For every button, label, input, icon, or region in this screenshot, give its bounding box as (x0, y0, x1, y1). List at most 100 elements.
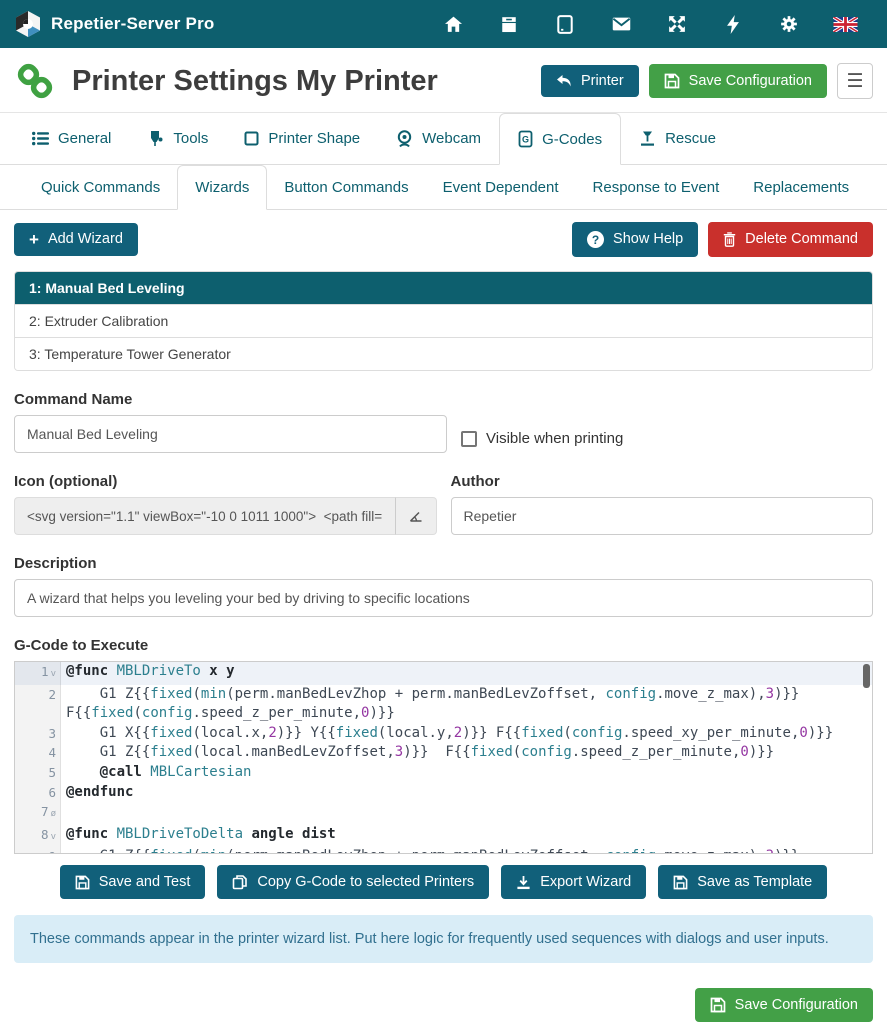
editor-scrollbar-thumb[interactable] (863, 664, 870, 688)
back-arrow-icon (556, 74, 572, 88)
description-input[interactable] (14, 579, 873, 617)
subtab-replacements[interactable]: Replacements (736, 165, 866, 209)
gcode-file-icon: G (518, 130, 533, 148)
tab-label: Webcam (422, 130, 481, 147)
save-configuration-button-top[interactable]: Save Configuration (649, 64, 827, 98)
tab-general[interactable]: General (14, 113, 129, 164)
tab-label: General (58, 130, 111, 147)
tab-label: G-Codes (542, 131, 602, 148)
save-configuration-label: Save Configuration (689, 74, 812, 89)
main-content: + Add Wizard ? Show Help Delete Command … (0, 210, 887, 1022)
code-line: 3 G1 X{{fixed(local.x,2)}} Y{{fixed(loca… (15, 724, 872, 744)
question-icon: ? (587, 231, 604, 248)
subtab-label: Response to Event (593, 179, 720, 196)
printer-button-label: Printer (581, 74, 624, 89)
export-wizard-button[interactable]: Export Wizard (501, 865, 646, 899)
brand-name: Repetier-Server Pro (51, 14, 214, 34)
subtab-wizards[interactable]: Wizards (177, 165, 267, 210)
subtab-label: Button Commands (284, 179, 408, 196)
square-outline-icon (244, 131, 259, 146)
checkbox-icon[interactable] (461, 431, 477, 447)
icon-svg-input[interactable] (14, 497, 395, 535)
download-icon (516, 875, 531, 890)
wizard-list-item-3[interactable]: 3: Temperature Tower Generator (15, 337, 872, 370)
copy-icon (232, 874, 248, 890)
subtab-button-commands[interactable]: Button Commands (267, 165, 425, 209)
copy-gcode-button[interactable]: Copy G-Code to selected Printers (217, 865, 489, 899)
icon-input-group (14, 497, 437, 535)
editor-actions: Save and Test Copy G-Code to selected Pr… (14, 865, 873, 899)
export-wizard-label: Export Wizard (540, 875, 631, 890)
save-icon (673, 875, 688, 890)
home-icon[interactable] (425, 16, 481, 33)
extruder-icon (147, 130, 164, 148)
footer-actions: Save Configuration (14, 988, 873, 1022)
gcode-editor[interactable]: 1v@func MBLDriveTo x y2 G1 Z{{fixed(min(… (14, 661, 873, 854)
code-line: 6@endfunc (15, 783, 872, 803)
trash-icon (723, 232, 736, 247)
hamburger-menu-button[interactable]: ☰ (837, 63, 873, 99)
copy-gcode-label: Copy G-Code to selected Printers (257, 875, 474, 890)
save-icon (710, 997, 726, 1013)
visible-when-printing-label: Visible when printing (486, 430, 623, 447)
visible-when-printing-checkbox-row[interactable]: Visible when printing (461, 415, 873, 453)
save-and-test-button[interactable]: Save and Test (60, 865, 206, 899)
expand-icon[interactable] (649, 15, 705, 33)
subtab-label: Replacements (753, 179, 849, 196)
wizard-list-item-2[interactable]: 2: Extruder Calibration (15, 304, 872, 337)
show-help-label: Show Help (613, 232, 683, 247)
wizard-list-item-1[interactable]: 1: Manual Bed Leveling (15, 272, 872, 304)
tab-rescue[interactable]: Rescue (621, 113, 734, 164)
command-name-input[interactable] (14, 415, 447, 453)
tab-printer-shape[interactable]: Printer Shape (226, 113, 378, 164)
gcode-subtabs: Quick Commands Wizards Button Commands E… (0, 165, 887, 210)
tab-label: Rescue (665, 130, 716, 147)
subtab-quick-commands[interactable]: Quick Commands (24, 165, 177, 209)
subtab-label: Quick Commands (41, 179, 160, 196)
printer-box-icon[interactable] (481, 16, 537, 33)
code-line: 5 @call MBLCartesian (15, 763, 872, 783)
show-help-button[interactable]: ? Show Help (572, 222, 698, 257)
tab-webcam[interactable]: Webcam (378, 113, 499, 164)
hamburger-icon: ☰ (846, 72, 863, 91)
subtab-response-to-event[interactable]: Response to Event (576, 165, 737, 209)
subtab-event-dependent[interactable]: Event Dependent (426, 165, 576, 209)
code-line: 4 G1 Z{{fixed(local.manBedLevZoffset,3)}… (15, 743, 872, 763)
main-tabs: General Tools Printer Shape Webcam G G-C… (0, 113, 887, 165)
delete-command-button[interactable]: Delete Command (708, 222, 873, 257)
tab-label: Tools (173, 130, 208, 147)
save-configuration-bottom-label: Save Configuration (735, 998, 858, 1013)
save-as-template-label: Save as Template (697, 875, 812, 890)
save-icon (75, 875, 90, 890)
language-flag-icon[interactable] (817, 17, 873, 32)
save-as-template-button[interactable]: Save as Template (658, 865, 827, 899)
rescue-icon (639, 130, 656, 148)
add-wizard-button[interactable]: + Add Wizard (14, 223, 138, 256)
wizard-toolbar: + Add Wizard ? Show Help Delete Command (14, 222, 873, 257)
bolt-icon[interactable] (705, 15, 761, 34)
page-title: Printer Settings My Printer (72, 65, 438, 98)
code-line: 7ø (15, 802, 872, 825)
tab-g-codes[interactable]: G G-Codes (499, 113, 621, 165)
tab-label: Printer Shape (268, 130, 360, 147)
webcam-icon (396, 130, 413, 148)
link-chain-icon (14, 60, 56, 102)
tab-tools[interactable]: Tools (129, 113, 226, 164)
save-configuration-button-bottom[interactable]: Save Configuration (695, 988, 873, 1022)
svg-text:G: G (522, 135, 529, 145)
edit-icon-button[interactable] (395, 497, 436, 535)
mail-icon[interactable] (593, 17, 649, 31)
list-icon (32, 131, 49, 146)
header-actions: Printer Save Configuration ☰ (541, 63, 873, 99)
author-input[interactable] (451, 497, 874, 535)
printer-button[interactable]: Printer (541, 65, 639, 98)
save-and-test-label: Save and Test (99, 875, 191, 890)
icon-optional-label: Icon (optional) (14, 473, 437, 490)
delete-command-label: Delete Command (745, 232, 858, 247)
gear-icon[interactable] (761, 15, 817, 33)
brand-logo[interactable]: Repetier-Server Pro (14, 10, 214, 38)
tablet-icon[interactable] (537, 15, 593, 34)
save-icon (664, 73, 680, 89)
gcode-to-execute-label: G-Code to Execute (14, 637, 873, 654)
angle-icon (408, 508, 424, 524)
